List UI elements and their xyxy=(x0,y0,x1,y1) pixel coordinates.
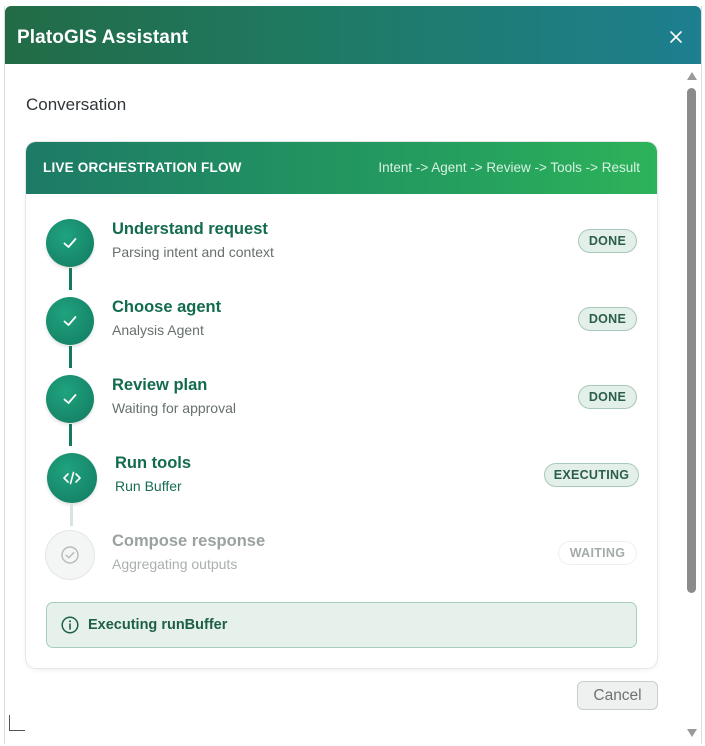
status-badge: EXECUTING xyxy=(544,463,639,487)
step-connector xyxy=(70,504,73,526)
step-title: Understand request xyxy=(112,220,268,238)
cancel-button[interactable]: Cancel xyxy=(577,681,658,710)
step-title: Choose agent xyxy=(112,298,222,316)
step-done-indicator xyxy=(46,219,94,267)
step-title: Compose response xyxy=(112,532,266,550)
step-compose-response: Compose response Aggregating outputs WAI… xyxy=(26,524,657,584)
resize-grip-icon[interactable] xyxy=(9,715,25,731)
flow-header: LIVE ORCHESTRATION FLOW Intent -> Agent … xyxy=(26,142,657,194)
status-badge: DONE xyxy=(578,229,637,253)
step-subtitle: Run Buffer xyxy=(115,478,182,494)
execution-status-text: Executing runBuffer xyxy=(88,617,228,633)
step-done-indicator xyxy=(46,297,94,345)
close-button[interactable] xyxy=(663,24,689,50)
step-run-tools: Run tools Run Buffer EXECUTING xyxy=(26,446,657,506)
step-subtitle: Analysis Agent xyxy=(112,322,204,338)
step-active-indicator xyxy=(47,453,97,503)
step-subtitle: Parsing intent and context xyxy=(112,244,274,260)
title-bar: PlatoGIS Assistant xyxy=(5,6,701,64)
status-badge: DONE xyxy=(578,385,637,409)
step-title: Review plan xyxy=(112,376,208,394)
status-badge: WAITING xyxy=(558,541,637,565)
close-icon xyxy=(670,31,682,43)
scroll-up-arrow-icon[interactable] xyxy=(687,72,697,80)
step-title: Run tools xyxy=(115,454,192,472)
check-icon xyxy=(63,394,77,404)
status-badge: DONE xyxy=(578,307,637,331)
step-subtitle: Waiting for approval xyxy=(112,400,236,416)
window-title: PlatoGIS Assistant xyxy=(17,27,189,48)
step-connector xyxy=(69,346,72,368)
step-subtitle: Aggregating outputs xyxy=(112,556,238,572)
check-icon xyxy=(63,316,77,326)
scroll-down-arrow-icon[interactable] xyxy=(687,729,697,737)
execution-status-box: Executing runBuffer xyxy=(46,602,637,648)
assistant-window: PlatoGIS Assistant Conversation LIVE ORC… xyxy=(4,6,702,744)
code-icon xyxy=(63,471,81,485)
info-icon xyxy=(61,616,79,634)
conversation-heading: Conversation xyxy=(26,95,127,114)
scroll-thumb[interactable] xyxy=(687,88,696,593)
orchestration-flow-card: LIVE ORCHESTRATION FLOW Intent -> Agent … xyxy=(26,142,657,668)
step-waiting-indicator xyxy=(46,531,94,579)
step-done-indicator xyxy=(46,375,94,423)
step-review-plan: Review plan Waiting for approval DONE xyxy=(26,368,657,428)
step-connector xyxy=(69,424,72,446)
step-connector xyxy=(69,268,72,290)
vertical-scrollbar[interactable] xyxy=(685,68,699,742)
step-understand-request: Understand request Parsing intent and co… xyxy=(26,212,657,272)
flow-header-title: LIVE ORCHESTRATION FLOW xyxy=(43,160,242,175)
check-icon xyxy=(63,238,77,248)
flow-path: Intent -> Agent -> Review -> Tools -> Re… xyxy=(378,160,640,175)
check-circle-icon xyxy=(61,546,79,564)
step-choose-agent: Choose agent Analysis Agent DONE xyxy=(26,290,657,350)
